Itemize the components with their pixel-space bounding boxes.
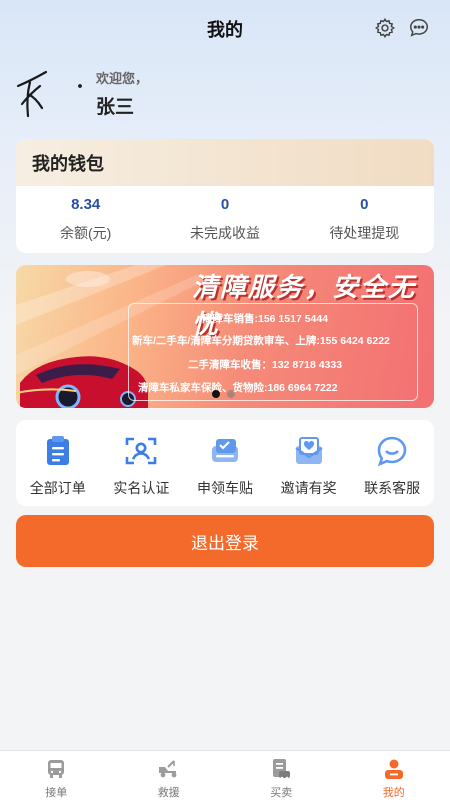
banner-line: 清障车销售:156 1517 5444 xyxy=(202,313,329,325)
banner-line: 清障车私家车保险、货物险:186 6964 7222 xyxy=(138,382,338,394)
stat-value: 0 xyxy=(360,196,369,213)
tab-rescue[interactable]: 救援 xyxy=(113,751,226,800)
stat-label: 未完成收益 xyxy=(189,225,260,241)
username: 张三 xyxy=(96,97,135,118)
gear-icon[interactable] xyxy=(374,17,396,39)
quick-menu: 全部订单 实名认证 申领车贴 邀请有奖 联系客服 xyxy=(16,420,434,506)
wallet-stats: 8.34 余额(元) 0 未完成收益 0 待处理提现 xyxy=(16,186,434,253)
bottom-tabbar: 接单 救援 买卖 我的 xyxy=(0,750,450,800)
face-scan-icon xyxy=(124,434,158,468)
stat-value: 0 xyxy=(220,196,230,213)
tab-take-orders[interactable]: 接单 xyxy=(0,751,113,800)
menu-car-sticker[interactable]: 申领车贴 xyxy=(183,420,267,506)
menu-label: 联系客服 xyxy=(364,480,421,496)
document-car-icon xyxy=(269,757,293,781)
header-actions xyxy=(374,17,430,39)
user-icon xyxy=(382,757,406,781)
menu-label: 全部订单 xyxy=(29,480,86,496)
bus-icon xyxy=(44,757,68,781)
menu-invite-reward[interactable]: 邀请有奖 xyxy=(267,420,351,506)
stat-pending-withdrawal[interactable]: 0 待处理提现 xyxy=(295,186,434,253)
gift-envelope-icon xyxy=(292,434,326,468)
welcome-text: 欢迎您， xyxy=(96,71,149,86)
stat-unfinished-earnings[interactable]: 0 未完成收益 xyxy=(155,186,294,253)
tab-label: 我的 xyxy=(382,787,405,799)
tow-truck-icon xyxy=(157,757,181,781)
chat-bubble-icon xyxy=(375,434,409,468)
logout-button[interactable]: 退出登录 xyxy=(16,515,434,567)
menu-real-name-auth[interactable]: 实名认证 xyxy=(100,420,184,506)
stat-label: 待处理提现 xyxy=(329,225,400,241)
wallet-title: 我的钱包 xyxy=(16,139,434,186)
menu-label: 实名认证 xyxy=(113,480,170,496)
carousel-indicator xyxy=(212,390,235,398)
sticker-icon xyxy=(208,434,242,468)
stat-label: 余额(元) xyxy=(60,225,112,241)
tab-mine[interactable]: 我的 xyxy=(338,751,450,800)
menu-all-orders[interactable]: 全部订单 xyxy=(16,420,100,506)
avatar[interactable] xyxy=(14,64,82,124)
stat-balance[interactable]: 8.34 余额(元) xyxy=(16,186,155,253)
menu-label: 申领车贴 xyxy=(196,480,253,496)
promo-banner[interactable]: 清障服务，安全无忧 清障车销售:156 1517 5444 新车/二手车/清障车… xyxy=(16,265,434,408)
user-profile: 欢迎您， 张三 xyxy=(14,64,434,124)
banner-line: 二手清障车收售：132 8718 4333 xyxy=(188,359,343,371)
tab-label: 救援 xyxy=(157,787,180,799)
stat-value: 8.34 xyxy=(71,196,101,213)
tab-trade[interactable]: 买卖 xyxy=(225,751,338,800)
message-icon[interactable] xyxy=(408,17,430,39)
menu-label: 邀请有奖 xyxy=(280,480,337,496)
wallet-card: 我的钱包 8.34 余额(元) 0 未完成收益 0 待处理提现 xyxy=(16,139,434,253)
carousel-dot[interactable] xyxy=(227,390,235,398)
tab-label: 接单 xyxy=(45,787,68,799)
menu-customer-service[interactable]: 联系客服 xyxy=(350,420,434,506)
banner-line: 新车/二手车/清障车分期贷款审车、上牌:155 6424 6222 xyxy=(132,335,390,347)
clipboard-icon xyxy=(41,434,75,468)
page-title: 我的 xyxy=(207,20,243,40)
tab-label: 买卖 xyxy=(270,787,293,799)
carousel-dot[interactable] xyxy=(212,390,220,398)
app-header: 我的 xyxy=(0,0,450,58)
